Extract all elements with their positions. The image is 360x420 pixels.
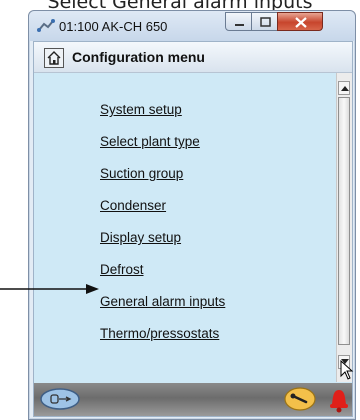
menu-header: Configuration menu <box>34 42 352 73</box>
window-titlebar[interactable]: 01:100 AK-CH 650 <box>29 11 355 41</box>
page-title: Configuration menu <box>72 49 205 65</box>
close-icon <box>295 17 307 28</box>
wrench-icon <box>284 387 316 411</box>
mouse-cursor-icon <box>340 360 354 380</box>
pointer-arrow-icon <box>0 284 99 294</box>
alarm-bell-icon <box>330 390 348 413</box>
home-button[interactable] <box>44 48 64 68</box>
window-title: 01:100 AK-CH 650 <box>59 19 168 34</box>
scroll-thumb[interactable] <box>338 97 350 345</box>
overview-button[interactable] <box>40 388 80 410</box>
menu-item-defrost[interactable]: Defrost <box>100 262 144 277</box>
menu-item-system-setup[interactable]: System setup <box>100 102 182 117</box>
client-area: Configuration menu System setup Select p… <box>33 41 353 417</box>
close-button[interactable] <box>277 12 323 31</box>
menu-item-thermo-pressostats[interactable]: Thermo/pressostats <box>100 326 219 341</box>
vertical-scrollbar[interactable] <box>336 73 352 382</box>
minimize-button[interactable] <box>225 12 252 31</box>
service-button[interactable] <box>284 387 316 411</box>
alarm-button[interactable] <box>328 384 350 414</box>
maximize-button[interactable] <box>251 12 278 31</box>
menu-item-condenser[interactable]: Condenser <box>100 198 166 213</box>
app-window: 01:100 AK-CH 650 Configuration menu Syst… <box>28 10 356 420</box>
home-icon <box>47 51 61 65</box>
menu-item-select-plant-type[interactable]: Select plant type <box>100 134 200 149</box>
menu-item-suction-group[interactable]: Suction group <box>100 166 183 181</box>
menu-item-display-setup[interactable]: Display setup <box>100 230 181 245</box>
bottom-toolbar <box>34 383 352 416</box>
network-icon <box>37 18 55 34</box>
menu-item-general-alarm-inputs[interactable]: General alarm inputs <box>100 294 225 309</box>
menu-list: System setup Select plant type Suction g… <box>34 73 336 384</box>
overview-icon <box>40 388 80 410</box>
arrow-up-icon <box>341 86 349 91</box>
scroll-up-button[interactable] <box>338 81 350 95</box>
